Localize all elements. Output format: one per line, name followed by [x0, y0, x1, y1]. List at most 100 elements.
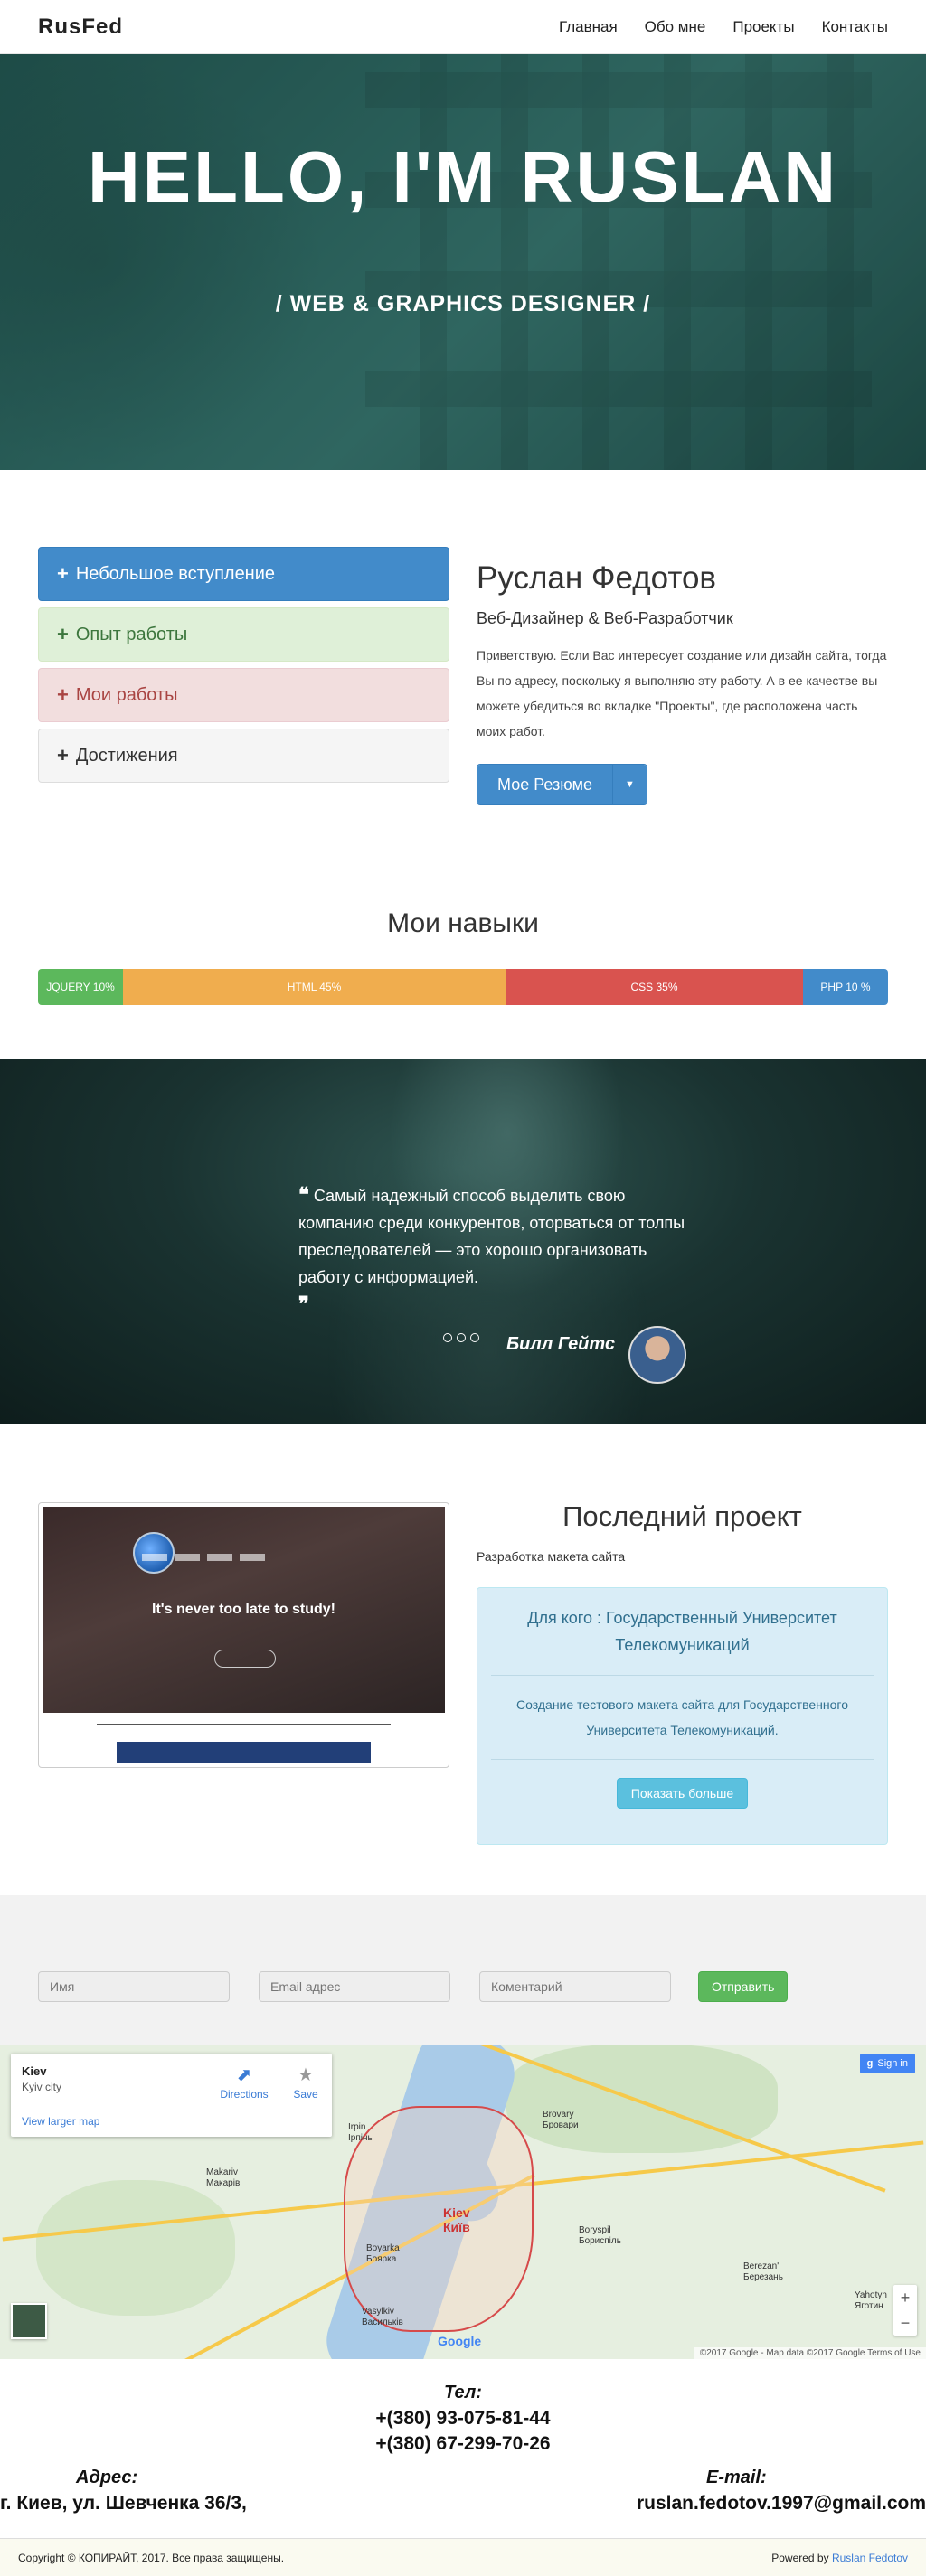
sign-in-label: Sign in: [877, 2058, 908, 2069]
project-thumbnail[interactable]: It's never too late to study!: [38, 1502, 449, 1768]
map-label: Yahotyn Яготин: [855, 2290, 887, 2311]
about-accordion: + Небольшое вступление + Опыт работы + М…: [38, 547, 449, 789]
skills-title: Мои навыки: [387, 908, 539, 938]
directions-button[interactable]: ⬈ Directions: [217, 2063, 271, 2101]
quote-block: ❝ Самый надежный способ выделить свою ко…: [298, 1181, 696, 1319]
map-info-card: Kiev Kyiv city View larger map ⬈ Directi…: [11, 2054, 332, 2137]
nav-link-contacts[interactable]: Контакты: [822, 18, 888, 36]
resume-dropdown-button[interactable]: Мое Резюме ▼: [477, 764, 647, 805]
map-place-sub: Kyiv city: [22, 2081, 62, 2093]
accordion-item-intro[interactable]: + Небольшое вступление: [38, 547, 449, 601]
phone-2: +(380) 67-299-70-26: [375, 2433, 551, 2454]
map-place-name: Kiev: [22, 2064, 47, 2078]
caret-down-icon[interactable]: ▼: [612, 765, 647, 804]
globe-logo-icon: [133, 1532, 175, 1574]
quote-close-icon: ❞: [298, 1293, 309, 1315]
directions-label: Directions: [220, 2088, 269, 2101]
map-label: Boyarka Боярка: [366, 2243, 400, 2264]
map-label: Berezan' Березань: [743, 2261, 783, 2282]
plus-icon: +: [57, 683, 69, 706]
accordion-item-achievements[interactable]: + Достижения: [38, 729, 449, 783]
project-subtitle: Разработка макета сайта: [477, 1549, 626, 1564]
plus-icon: +: [57, 744, 69, 766]
hero-title: HELLO, I'M RUSLAN: [88, 136, 838, 217]
skill-segment: HTML 45%: [123, 969, 506, 1005]
screenshot-nav: [142, 1554, 265, 1561]
contact-form-section: Отправить: [0, 1895, 926, 2045]
name-input[interactable]: [38, 1971, 230, 2002]
navbar: RusFed Главная Обо мне Проекты Контакты: [0, 0, 926, 54]
save-label: Save: [293, 2088, 318, 2101]
map-label: Brovary Бровари: [543, 2110, 579, 2130]
map-forest: [36, 2180, 235, 2316]
address-label: Адрес:: [76, 2468, 138, 2487]
send-button[interactable]: Отправить: [698, 1971, 789, 2002]
star-icon: ★: [298, 2065, 314, 2085]
tel-label: Тел:: [444, 2383, 482, 2402]
accordion-item-label: Небольшое вступление: [75, 563, 276, 584]
zoom-out-button[interactable]: −: [893, 2310, 917, 2336]
project-screenshot: It's never too late to study!: [43, 1507, 445, 1713]
brand-logo[interactable]: RusFed: [38, 14, 123, 40]
email-input[interactable]: [259, 1971, 450, 2002]
nav-link-about[interactable]: Обо мне: [645, 18, 706, 36]
project-title: Последний проект: [562, 1500, 802, 1532]
nav-link-home[interactable]: Главная: [559, 18, 618, 36]
carousel-indicators: [443, 1333, 479, 1342]
save-button[interactable]: ★ Save: [288, 2063, 324, 2101]
footer: Copyright © КОПИРАЙТ, 2017. Все права за…: [0, 2538, 926, 2576]
accordion-item-label: Достижения: [75, 745, 178, 766]
contacts-section: Тел: +(380) 93-075-81-44 +(380) 67-299-7…: [0, 2359, 926, 2538]
powered-by-prefix: Powered by: [771, 2552, 829, 2564]
larger-map-link[interactable]: View larger map: [22, 2115, 99, 2128]
project-info: Последний проект Разработка макета сайта…: [477, 1500, 888, 1845]
about-text: Приветствую. Если Вас интересует создани…: [477, 648, 887, 738]
screenshot-divider: [97, 1724, 391, 1725]
about-role: Веб-Дизайнер & Веб-Разработчик: [477, 609, 733, 627]
accordion-item-label: Мои работы: [75, 684, 178, 705]
hero-subtitle: / WEB & GRAPHICS DESIGNER /: [275, 291, 651, 316]
author-avatar: [628, 1326, 686, 1384]
carousel-dot[interactable]: [443, 1333, 452, 1342]
quote-text: Самый надежный способ выделить свою комп…: [298, 1187, 685, 1286]
quote-author: Билл Гейтс: [506, 1334, 616, 1354]
map-city-label: Kiev Київ: [443, 2205, 470, 2234]
carousel-dot[interactable]: [457, 1333, 466, 1342]
accordion-item-works[interactable]: + Мои работы: [38, 668, 449, 722]
satellite-toggle[interactable]: [11, 2303, 47, 2339]
resume-button-label[interactable]: Мое Резюме: [477, 765, 612, 804]
map-label: Irpin Ірпінь: [348, 2122, 373, 2143]
map-zoom-control: + −: [893, 2285, 917, 2336]
hero-section: [0, 54, 926, 470]
email-address: ruslan.fedotov.1997@gmail.com: [636, 2493, 926, 2514]
project-description: Создание тестового макета сайта для Госу…: [516, 1697, 848, 1737]
copyright-text: Copyright © КОПИРАЙТ, 2017. Все права за…: [18, 2552, 285, 2564]
about-panel: Руслан Федотов Веб-Дизайнер & Веб-Разраб…: [477, 560, 888, 805]
zoom-in-button[interactable]: +: [893, 2285, 917, 2310]
skill-segment: PHP 10 %: [803, 969, 888, 1005]
google-map[interactable]: Kiev Київ Brovary Бровари Irpin Ірпінь B…: [0, 2045, 926, 2359]
comment-input[interactable]: [479, 1971, 671, 2002]
divider: [491, 1759, 874, 1760]
project-client: Для кого : Государственный Университет Т…: [527, 1609, 837, 1654]
divider: [491, 1675, 874, 1676]
skills-progress-bar: JQUERY 10% HTML 45% CSS 35% PHP 10 %: [38, 969, 888, 1005]
about-name: Руслан Федотов: [477, 560, 717, 596]
author-link[interactable]: Ruslan Fedotov: [832, 2552, 908, 2564]
contact-form: Отправить: [38, 1971, 789, 2002]
skill-segment: JQUERY 10%: [38, 969, 123, 1005]
map-label: Boryspil Бориспіль: [579, 2225, 621, 2246]
nav-link-projects[interactable]: Проекты: [732, 18, 794, 36]
quote-section: ❝ Самый надежный способ выделить свою ко…: [0, 1059, 926, 1424]
accordion-item-experience[interactable]: + Опыт работы: [38, 607, 449, 662]
accordion-item-label: Опыт работы: [75, 624, 188, 644]
google-logo: Google: [438, 2334, 482, 2348]
show-more-button[interactable]: Показать больше: [616, 1778, 749, 1809]
hero-overlay: [0, 54, 926, 470]
google-g-icon: g: [866, 2058, 874, 2069]
powered-by: Powered by Ruslan Fedotov: [771, 2552, 908, 2564]
carousel-dot[interactable]: [470, 1333, 479, 1342]
plus-icon: +: [57, 562, 69, 585]
map-sign-in-button[interactable]: g Sign in: [859, 2054, 915, 2073]
address: г. Киев, ул. Шевченка 36/3,: [0, 2493, 247, 2514]
